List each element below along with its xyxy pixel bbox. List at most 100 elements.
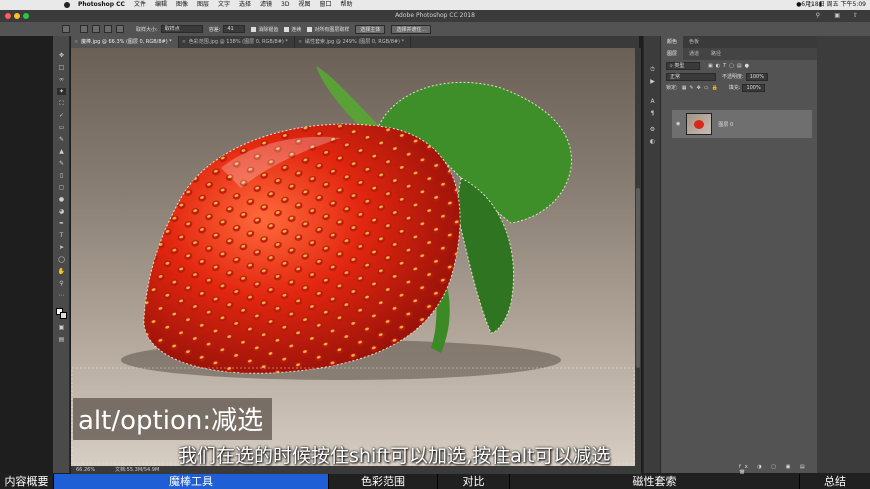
vertical-scrollbar[interactable]	[635, 48, 641, 466]
layer-kind-label: 类型	[674, 62, 685, 69]
lock-label: 锁定:	[666, 85, 678, 91]
brush-tool-icon[interactable]: ✎	[57, 136, 66, 143]
healing-brush-icon[interactable]: ▭	[57, 124, 66, 131]
marquee-tool-icon[interactable]: □	[57, 64, 66, 71]
doc-tab-label: 磁性套索.jpg @ 249% (图层 0, RGB/8#) *	[304, 39, 405, 45]
menu-image[interactable]: 图像	[176, 0, 188, 10]
close-tab-icon[interactable]: ×	[182, 36, 186, 48]
antialias-checkbox[interactable]	[251, 26, 257, 32]
move-tool-icon[interactable]: ✥	[57, 52, 66, 59]
tab-paths[interactable]: 路径	[705, 48, 727, 60]
window-title: Adobe Photoshop CC 2018	[395, 12, 475, 19]
quick-mask-icon[interactable]: ▣	[57, 324, 66, 331]
doc-tab-magnetic-lasso[interactable]: × 磁性套索.jpg @ 249% (图层 0, RGB/8#) *	[295, 36, 412, 48]
search-icon[interactable]: ⚲	[816, 10, 820, 22]
stamp-tool-icon[interactable]: ▲	[57, 148, 66, 155]
minimize-window-icon[interactable]	[14, 13, 20, 19]
dodge-tool-icon[interactable]: ◕	[57, 208, 66, 215]
mac-menubar: Photoshop CC 文件 编辑 图像 图层 文字 选择 滤镜 3D 视图 …	[0, 0, 870, 10]
video-subtitle: 我们在选的时候按住shift可以加选,按住alt可以减选	[178, 445, 611, 467]
screen-mode-icon[interactable]: ▤	[57, 336, 66, 343]
history-brush-icon[interactable]: ✎	[57, 160, 66, 167]
menu-layer[interactable]: 图层	[197, 0, 209, 10]
menu-app-name[interactable]: Photoshop CC	[78, 0, 125, 10]
menu-edit[interactable]: 编辑	[155, 0, 167, 10]
close-tab-icon[interactable]: ×	[298, 36, 302, 48]
menu-type[interactable]: 文字	[218, 0, 230, 10]
close-tab-icon[interactable]: ×	[74, 36, 78, 48]
chapter-compare[interactable]: 对比	[438, 474, 510, 489]
sample-size-select[interactable]: 取样点	[160, 25, 203, 33]
fill-input[interactable]: 100%	[742, 83, 765, 92]
menu-view[interactable]: 视图	[298, 0, 310, 10]
pen-tool-icon[interactable]: ✒	[57, 220, 66, 227]
actions-panel-icon[interactable]: ▶	[648, 78, 657, 85]
doc-tab-color-range[interactable]: × 色彩范围.jpg @ 138% (图层 0, RGB/8#) *	[179, 36, 295, 48]
zoom-tool-icon[interactable]: ⚲	[57, 280, 66, 287]
options-bar: 取样大小: 取样点 容差: 41 消除锯齿 连续 对所有图层取样 选择主体 选择…	[0, 22, 870, 36]
chapter-magnetic-lasso[interactable]: 磁性套索	[510, 474, 800, 489]
close-window-icon[interactable]	[5, 13, 11, 19]
magic-wand-tool-icon[interactable]	[62, 25, 70, 33]
eye-icon[interactable]: ◉	[676, 121, 680, 127]
layer-name[interactable]: 图层 0	[718, 121, 733, 128]
zoom-window-icon[interactable]	[23, 13, 29, 19]
blur-tool-icon[interactable]: ●	[57, 196, 66, 203]
chapter-summary[interactable]: 总结	[800, 474, 870, 489]
path-selection-icon[interactable]: ➤	[57, 244, 66, 251]
magic-wand-icon[interactable]: ✦	[57, 88, 66, 95]
crop-tool-icon[interactable]: ⛶	[57, 100, 66, 107]
gradient-tool-icon[interactable]: ▢	[57, 184, 66, 191]
lasso-tool-icon[interactable]: ∞	[57, 76, 66, 83]
zoom-level[interactable]: 66.26%	[76, 466, 95, 474]
tolerance-input[interactable]: 41	[223, 25, 246, 33]
blend-mode-select[interactable]: 正常	[666, 72, 716, 81]
menu-help[interactable]: 帮助	[341, 0, 353, 10]
menu-filter[interactable]: 滤镜	[260, 0, 272, 10]
all-layers-checkbox[interactable]	[307, 26, 313, 32]
subtract-selection-icon[interactable]	[104, 25, 112, 33]
adjustments-panel-icon[interactable]: ◐	[648, 138, 657, 145]
menu-window[interactable]: 窗口	[320, 0, 332, 10]
lock-icons[interactable]: ▦✎✥▭🔒	[682, 85, 721, 91]
menu-select[interactable]: 选择	[239, 0, 251, 10]
menubar-clock[interactable]: 6月18日 周五 下午5:09	[801, 0, 866, 10]
layer-row[interactable]: ◉ 图层 0	[672, 110, 812, 138]
menu-3d[interactable]: 3D	[281, 0, 289, 10]
tab-channels[interactable]: 通道	[683, 48, 705, 60]
share-icon[interactable]: ⇧	[853, 10, 858, 22]
background-color-swatch[interactable]	[60, 312, 67, 319]
workspace-icon[interactable]: ▣	[834, 10, 840, 22]
chapter-overview[interactable]: 内容概要	[0, 474, 54, 489]
type-tool-icon[interactable]: T	[57, 232, 66, 239]
scrollbar-thumb[interactable]	[636, 188, 640, 368]
properties-panel-icon[interactable]: ⚙	[648, 126, 657, 133]
chapter-magic-wand[interactable]: 魔棒工具	[54, 474, 329, 489]
select-subject-button[interactable]: 选择主体	[355, 24, 386, 34]
contiguous-checkbox[interactable]	[284, 26, 290, 32]
chapter-color-range[interactable]: 色彩范围	[329, 474, 438, 489]
doc-tab-magic-wand[interactable]: × 魔棒.jpg @ 66.3% (图层 0, RGB/8#) *	[71, 36, 179, 48]
history-panel-icon[interactable]: ⏱	[648, 66, 657, 73]
eyedropper-tool-icon[interactable]: ✓	[57, 112, 66, 119]
eraser-tool-icon[interactable]: ▯	[57, 172, 66, 179]
character-panel-icon[interactable]: A	[648, 98, 657, 105]
opacity-input[interactable]: 100%	[745, 72, 768, 81]
menu-file[interactable]: 文件	[134, 0, 146, 10]
tab-swatches[interactable]: 色板	[683, 36, 705, 48]
select-and-mask-button[interactable]: 选择并遮住...	[391, 24, 432, 34]
new-selection-icon[interactable]	[80, 25, 88, 33]
hand-tool-icon[interactable]: ✋	[57, 268, 66, 275]
right-panel-edge	[817, 36, 870, 473]
filter-icons[interactable]: ▣◐T▢▤●	[708, 63, 752, 69]
more-tools-icon[interactable]: ⋯	[57, 292, 66, 299]
apple-icon[interactable]	[64, 2, 70, 8]
panel-icon-strip: ⏱ ▶ A ¶ ⚙ ◐	[643, 36, 660, 473]
layer-kind-filter[interactable]: ⌕ 类型	[666, 61, 700, 70]
tab-color[interactable]: 颜色	[661, 36, 684, 48]
paragraph-panel-icon[interactable]: ¶	[648, 110, 657, 117]
tab-layers[interactable]: 图层	[661, 48, 684, 60]
add-selection-icon[interactable]	[92, 25, 100, 33]
intersect-selection-icon[interactable]	[116, 25, 124, 33]
shape-tool-icon[interactable]: ◯	[57, 256, 66, 263]
